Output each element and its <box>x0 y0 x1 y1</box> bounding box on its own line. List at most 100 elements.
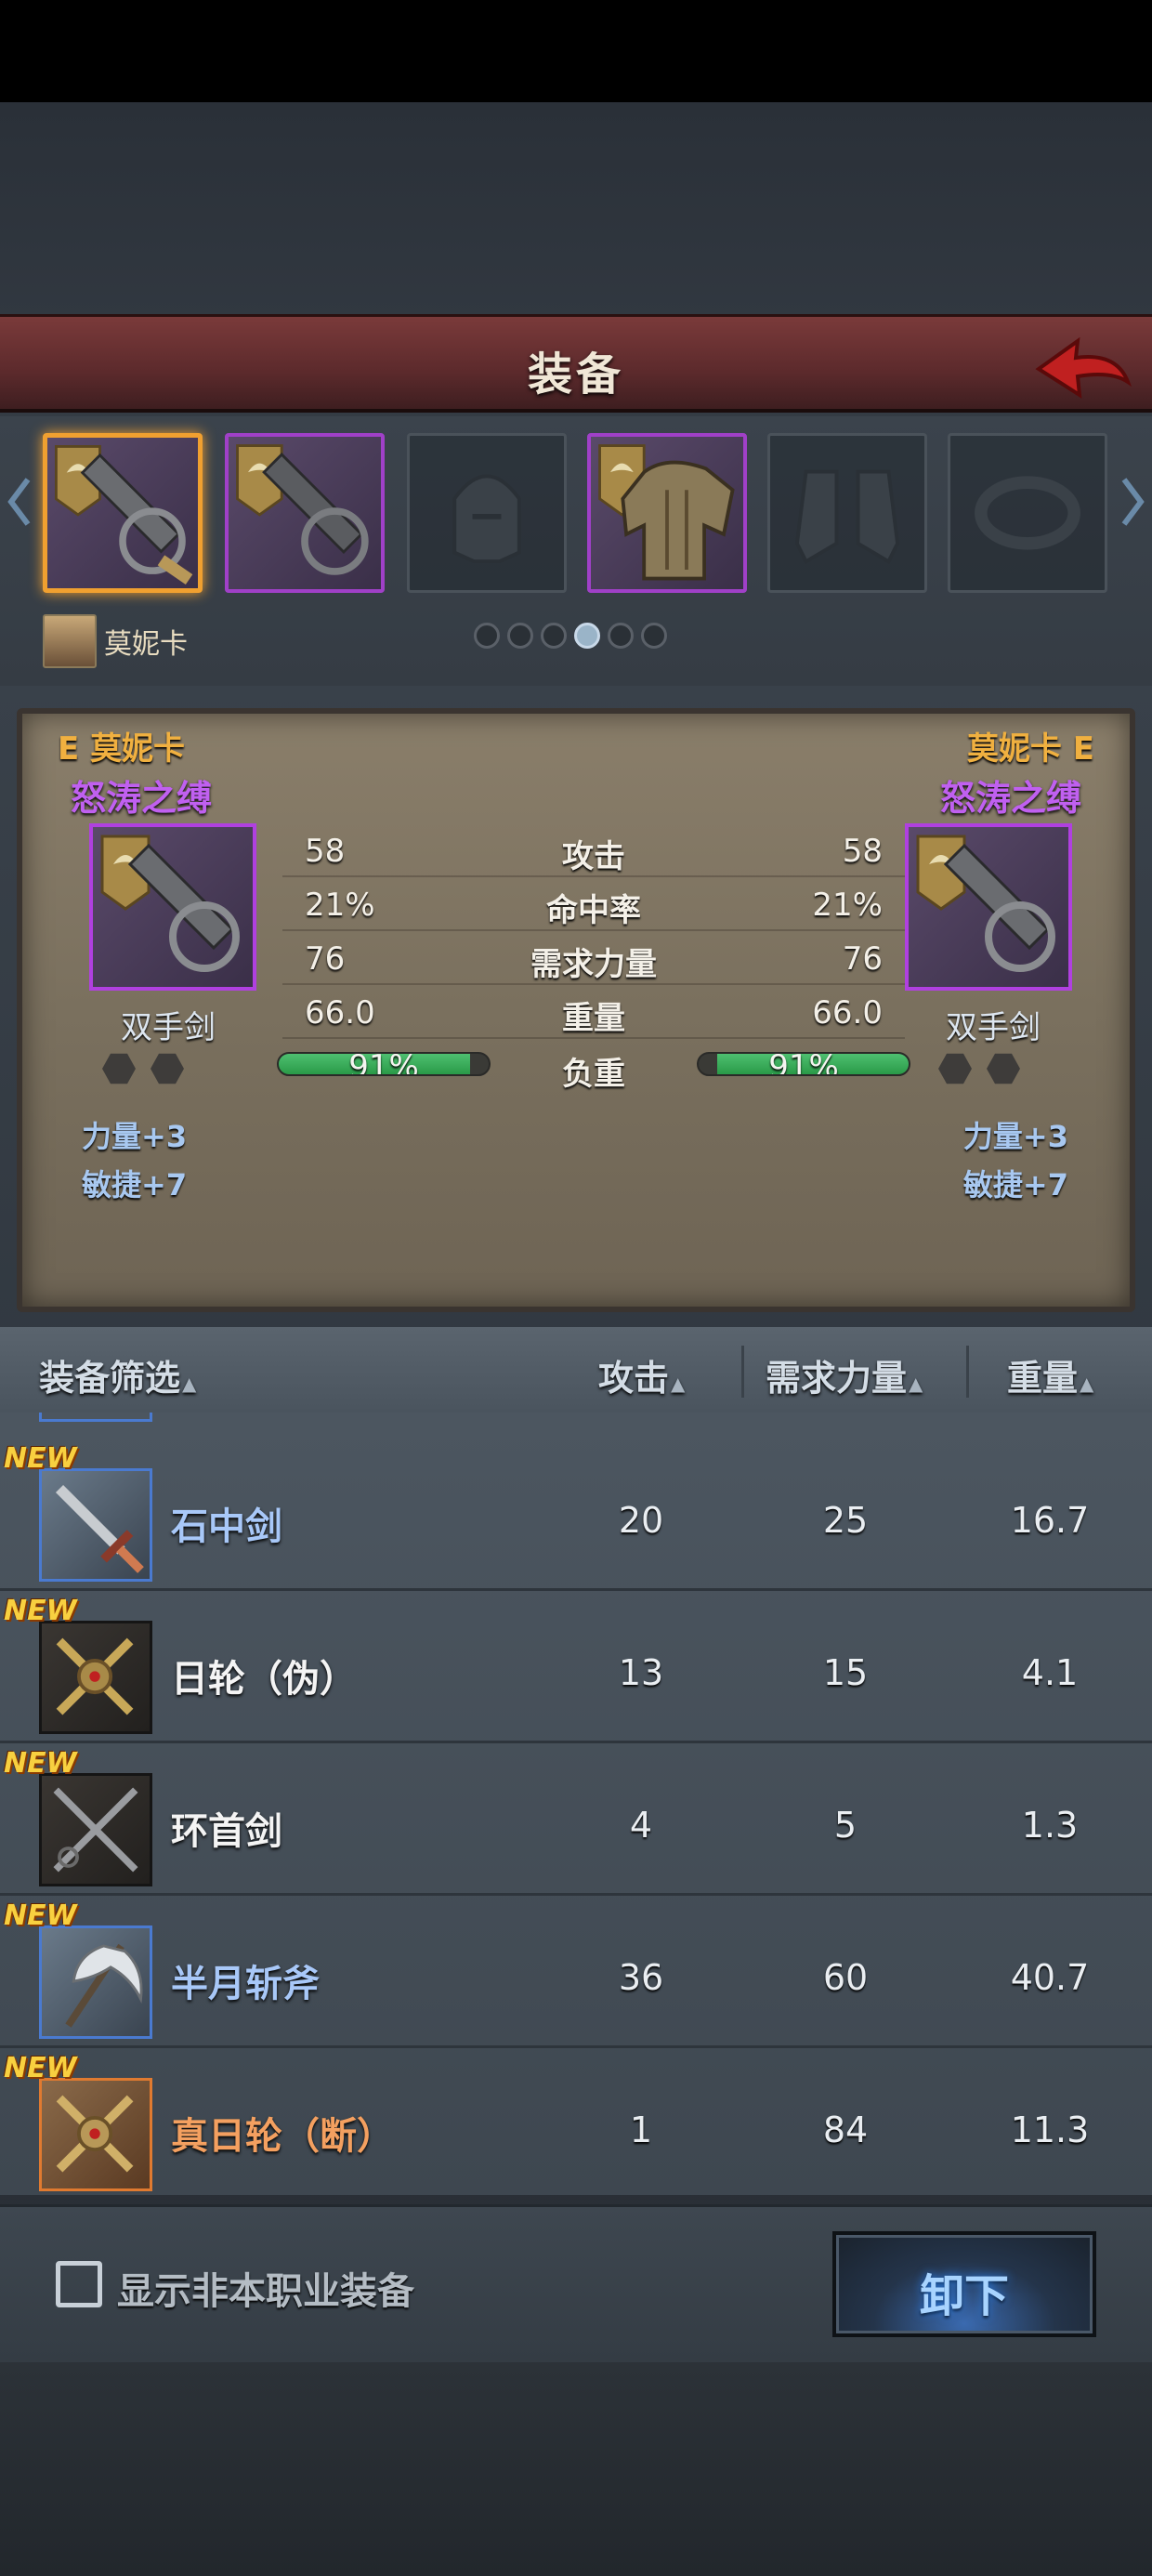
page-dot[interactable] <box>608 623 634 649</box>
sort-by-filter[interactable]: 装备筛选 ▲ <box>39 1349 196 1400</box>
item-icon <box>39 1468 152 1582</box>
slot-armor[interactable] <box>587 433 747 593</box>
list-item[interactable]: NEW 半月斩斧 36 60 40.7 <box>0 1896 1152 2048</box>
page-dot[interactable] <box>474 623 500 649</box>
sunwheel-icon <box>56 2095 134 2173</box>
sort-by-weight[interactable]: 重量 ▲ <box>1007 1349 1093 1400</box>
weight-col-label: 重量 <box>1007 1358 1079 1399</box>
gem-socket-icon <box>987 1053 1020 1084</box>
right-gem-slots <box>938 1052 1020 1085</box>
stat-label: 攻击 <box>562 838 625 875</box>
item-list[interactable]: NEW 石中剑 20 25 16.7 NEW 日轮（伪） 13 15 4.1 N… <box>0 1413 1152 2195</box>
item-name: 环首剑 <box>171 1810 282 1853</box>
right-item-type: 双手剑 <box>946 1009 1041 1046</box>
status-bar-area <box>0 0 1152 102</box>
item-name: 石中剑 <box>171 1505 282 1548</box>
unequip-button[interactable]: 卸下 <box>832 2231 1096 2337</box>
right-stat-value: 66.0 <box>812 994 883 1032</box>
new-badge: NEW <box>4 1747 77 1780</box>
list-item-partial <box>39 1413 152 1422</box>
stat-row-required-strength: 76 需求力量 76 <box>282 931 905 985</box>
slot-ring[interactable] <box>948 433 1107 593</box>
sort-arrow-icon: ▲ <box>182 1373 197 1395</box>
item-name: 半月斩斧 <box>171 1963 320 2005</box>
stat-row-weight: 66.0 重量 66.0 <box>282 985 905 1039</box>
chevron-left-icon[interactable] <box>6 474 33 530</box>
page-indicator <box>474 623 667 649</box>
item-attack: 36 <box>618 1957 664 1998</box>
left-item-name: 怒涛之缚 <box>71 778 213 819</box>
item-icon <box>39 1925 152 2039</box>
footer-bar: 显示非本职业装备 卸下 <box>0 2204 1152 2362</box>
list-item[interactable]: NEW 日轮（伪） 13 15 4.1 <box>0 1591 1152 1743</box>
left-item-type: 双手剑 <box>121 1009 216 1046</box>
list-item[interactable]: NEW 真日轮（断） 1 84 11.3 <box>0 2048 1152 2195</box>
item-strength: 60 <box>822 1957 869 1998</box>
new-badge: NEW <box>4 1899 77 1932</box>
sort-by-strength[interactable]: 需求力量 ▲ <box>766 1349 923 1400</box>
list-item[interactable]: NEW 环首剑 4 5 1.3 <box>0 1743 1152 1896</box>
page-dot[interactable] <box>541 623 567 649</box>
stat-row-attack: 58 攻击 58 <box>282 823 905 877</box>
item-strength: 25 <box>822 1500 869 1541</box>
left-gem-slots <box>102 1052 184 1085</box>
list-item[interactable]: NEW 石中剑 20 25 16.7 <box>0 1439 1152 1591</box>
right-bonus-strength: 力量+3 <box>962 1119 1068 1154</box>
column-divider <box>966 1346 969 1398</box>
item-name: 日轮（伪） <box>171 1658 357 1701</box>
left-bonus-agility: 敏捷+7 <box>82 1167 188 1203</box>
page-title: 装备 <box>527 348 624 401</box>
page-dot-active[interactable] <box>574 623 600 649</box>
title-bar: 装备 <box>0 314 1152 413</box>
sort-arrow-icon: ▲ <box>909 1373 923 1395</box>
item-icon <box>39 1621 152 1734</box>
new-badge: NEW <box>4 1442 77 1475</box>
item-weight: 1.3 <box>1021 1805 1079 1846</box>
right-item-name: 怒涛之缚 <box>939 778 1081 819</box>
bottom-area <box>0 2362 1152 2576</box>
item-attack: 4 <box>629 1805 653 1846</box>
right-bonus-agility: 敏捷+7 <box>962 1167 1068 1203</box>
stat-label: 需求力量 <box>530 946 657 983</box>
avatar <box>43 614 97 668</box>
page-dot[interactable] <box>507 623 533 649</box>
armor-icon <box>598 444 735 581</box>
item-attack: 13 <box>618 1652 664 1693</box>
item-weight: 11.3 <box>1010 2109 1090 2150</box>
item-strength: 5 <box>833 1805 857 1846</box>
crossed-swords-icon <box>53 1787 138 1873</box>
column-divider <box>741 1346 744 1398</box>
attack-col-label: 攻击 <box>598 1358 670 1399</box>
right-item-icon <box>905 823 1072 991</box>
sort-by-attack[interactable]: 攻击 ▲ <box>598 1349 685 1400</box>
gem-socket-icon <box>938 1053 972 1084</box>
greatsword-icon <box>916 835 1055 972</box>
equipment-slots: 莫妮卡 <box>0 416 1152 686</box>
character-name: 莫妮卡 <box>104 628 188 661</box>
slot-boots[interactable] <box>767 433 927 593</box>
boots-icon <box>794 469 900 564</box>
right-stat-value: 21% <box>812 887 883 924</box>
page-dot[interactable] <box>641 623 667 649</box>
filter-label: 装备筛选 <box>39 1358 181 1399</box>
item-strength: 84 <box>822 2109 869 2150</box>
right-stat-value: 76 <box>842 940 883 978</box>
compare-panel: E 莫妮卡 莫妮卡 E 怒涛之缚 怒涛之缚 双手剑 双手剑 力量+3 敏捷+7 … <box>17 708 1135 1312</box>
slot-helmet[interactable] <box>407 433 567 593</box>
character-selector[interactable]: 莫妮卡 <box>43 613 188 669</box>
checkbox-label[interactable]: 显示非本职业装备 <box>117 2261 414 2315</box>
back-arrow-icon[interactable] <box>1031 324 1133 408</box>
show-other-class-checkbox[interactable] <box>56 2261 102 2307</box>
new-badge: NEW <box>4 2052 77 2084</box>
left-bonus-strength: 力量+3 <box>82 1119 188 1154</box>
gem-socket-icon <box>151 1053 184 1084</box>
chevron-right-icon[interactable] <box>1119 474 1146 530</box>
item-name: 真日轮（断） <box>171 2115 394 2158</box>
greatsword-icon <box>236 444 369 575</box>
right-load-text: 91% <box>768 1052 839 1076</box>
helmet-icon <box>452 474 521 564</box>
new-badge: NEW <box>4 1595 77 1627</box>
slot-weapon-2[interactable] <box>225 433 385 593</box>
item-icon <box>39 2078 152 2191</box>
slot-weapon-1[interactable] <box>43 433 203 593</box>
